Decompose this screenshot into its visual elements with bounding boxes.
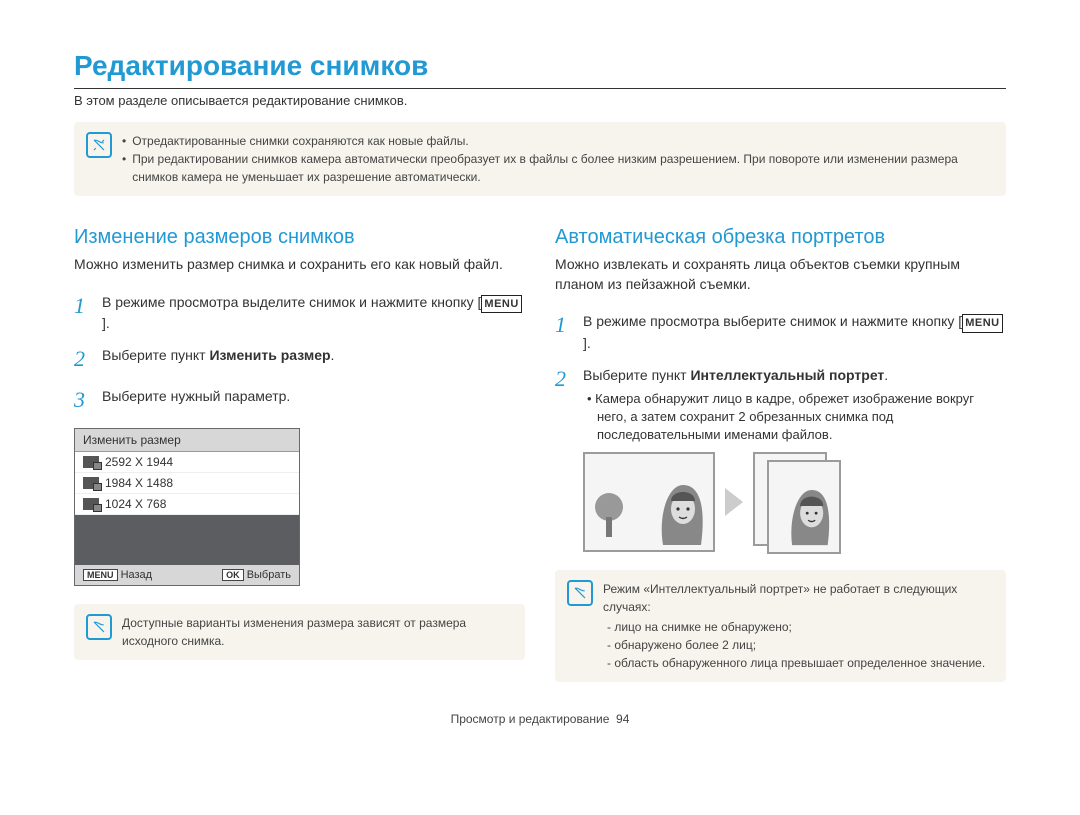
step-item: 2 Выберите пункт Интеллектуальный портре…	[555, 362, 1006, 445]
face-icon	[785, 481, 833, 552]
top-note: •Отредактированные снимки сохраняются ка…	[74, 122, 1006, 196]
cam-foot-left: Назад	[121, 569, 153, 581]
menu-key: MENU	[962, 314, 1002, 333]
left-column: Изменение размеров снимков Можно изменит…	[74, 226, 525, 682]
right-note-title: Режим «Интеллектуальный портрет» не рабо…	[603, 580, 994, 616]
rstep2-pre: Выберите пункт	[583, 367, 690, 383]
left-lead: Можно изменить размер снимка и сохранить…	[74, 255, 525, 275]
step3-text: Выберите нужный параметр.	[102, 383, 525, 416]
camera-screen-mock: Изменить размер 2592 X 1944 1984 X 1488 …	[74, 428, 300, 586]
step-item: 3 Выберите нужный параметр.	[74, 383, 525, 416]
step-number: 1	[555, 308, 573, 354]
top-note-line: •При редактировании снимков камера автом…	[122, 150, 994, 186]
cam-title: Изменить размер	[75, 429, 299, 452]
note-icon	[567, 580, 593, 606]
step-item: 1 В режиме просмотра выделите снимок и н…	[74, 289, 525, 335]
left-note: Доступные варианты изменения размера зав…	[74, 604, 525, 660]
cam-row-text: 1984 X 1488	[105, 476, 173, 490]
note-icon	[86, 132, 112, 158]
footer-section: Просмотр и редактирование	[451, 712, 610, 726]
top-note-line: •Отредактированные снимки сохраняются ка…	[122, 132, 994, 150]
step-sub-bullet: • Камера обнаружит лицо в кадре, обрежет…	[583, 390, 1006, 445]
cropped-photo	[767, 460, 841, 554]
step-number: 3	[74, 383, 92, 416]
step-number: 2	[74, 342, 92, 375]
right-column: Автоматическая обрезка портретов Можно и…	[555, 226, 1006, 682]
tree-icon	[593, 491, 633, 544]
ok-key-small: OK	[222, 569, 244, 581]
step2-bold: Изменить размер	[209, 347, 330, 363]
rstep2-bold: Интеллектуальный портрет	[690, 367, 884, 383]
cam-footer: MENU Назад OK Выбрать	[75, 565, 299, 585]
step-item: 1 В режиме просмотра выберите снимок и н…	[555, 308, 1006, 354]
resolution-icon	[83, 456, 99, 468]
arrow-right-icon	[725, 488, 743, 516]
cam-row-text: 2592 X 1944	[105, 455, 173, 469]
page-title: Редактирование снимков	[74, 50, 1006, 82]
right-heading: Автоматическая обрезка портретов	[555, 226, 1006, 249]
landscape-photo	[583, 452, 715, 552]
right-lead: Можно извлекать и сохранять лица объекто…	[555, 255, 1006, 294]
page-subtitle: В этом разделе описывается редактировани…	[74, 93, 1006, 108]
step-item: 2 Выберите пункт Изменить размер.	[74, 342, 525, 375]
cam-row: 1984 X 1488	[75, 473, 299, 494]
portrait-illustration	[555, 452, 1006, 552]
menu-key: MENU	[481, 295, 521, 314]
cam-row-text: 1024 X 768	[105, 497, 166, 511]
title-rule	[74, 88, 1006, 89]
top-note-text-1: Отредактированные снимки сохраняются как…	[132, 132, 469, 150]
cam-foot-right: Выбрать	[247, 569, 291, 581]
right-note: Режим «Интеллектуальный портрет» не рабо…	[555, 570, 1006, 682]
menu-key-small: MENU	[83, 569, 118, 581]
step-number: 1	[74, 289, 92, 335]
rstep1-pre: В режиме просмотра выберите снимок и наж…	[583, 313, 962, 329]
cam-row: 1024 X 768	[75, 494, 299, 515]
resolution-icon	[83, 498, 99, 510]
step1-text-post: ].	[102, 315, 110, 331]
left-note-text: Доступные варианты изменения размера зав…	[122, 614, 513, 650]
right-note-item: - лицо на снимке не обнаружено;	[603, 618, 994, 636]
face-icon	[653, 475, 707, 550]
right-note-item: - область обнаруженного лица превышает о…	[603, 654, 994, 672]
rstep1-post: ].	[583, 335, 591, 351]
right-note-item: - обнаружено более 2 лиц;	[603, 636, 994, 654]
footer-page-number: 94	[616, 712, 629, 726]
cam-row: 2592 X 1944	[75, 452, 299, 473]
page-footer: Просмотр и редактирование 94	[74, 682, 1006, 726]
step1-text-pre: В режиме просмотра выделите снимок и наж…	[102, 294, 481, 310]
rstep2-post: .	[884, 367, 888, 383]
left-heading: Изменение размеров снимков	[74, 226, 525, 249]
step2-text-pre: Выберите пункт	[102, 347, 209, 363]
cam-blank-area	[75, 515, 299, 565]
resolution-icon	[83, 477, 99, 489]
top-note-text-2: При редактировании снимков камера автома…	[132, 150, 994, 186]
step-number: 2	[555, 362, 573, 445]
step2-text-post: .	[331, 347, 335, 363]
note-icon	[86, 614, 112, 640]
cropped-stack	[753, 452, 841, 552]
